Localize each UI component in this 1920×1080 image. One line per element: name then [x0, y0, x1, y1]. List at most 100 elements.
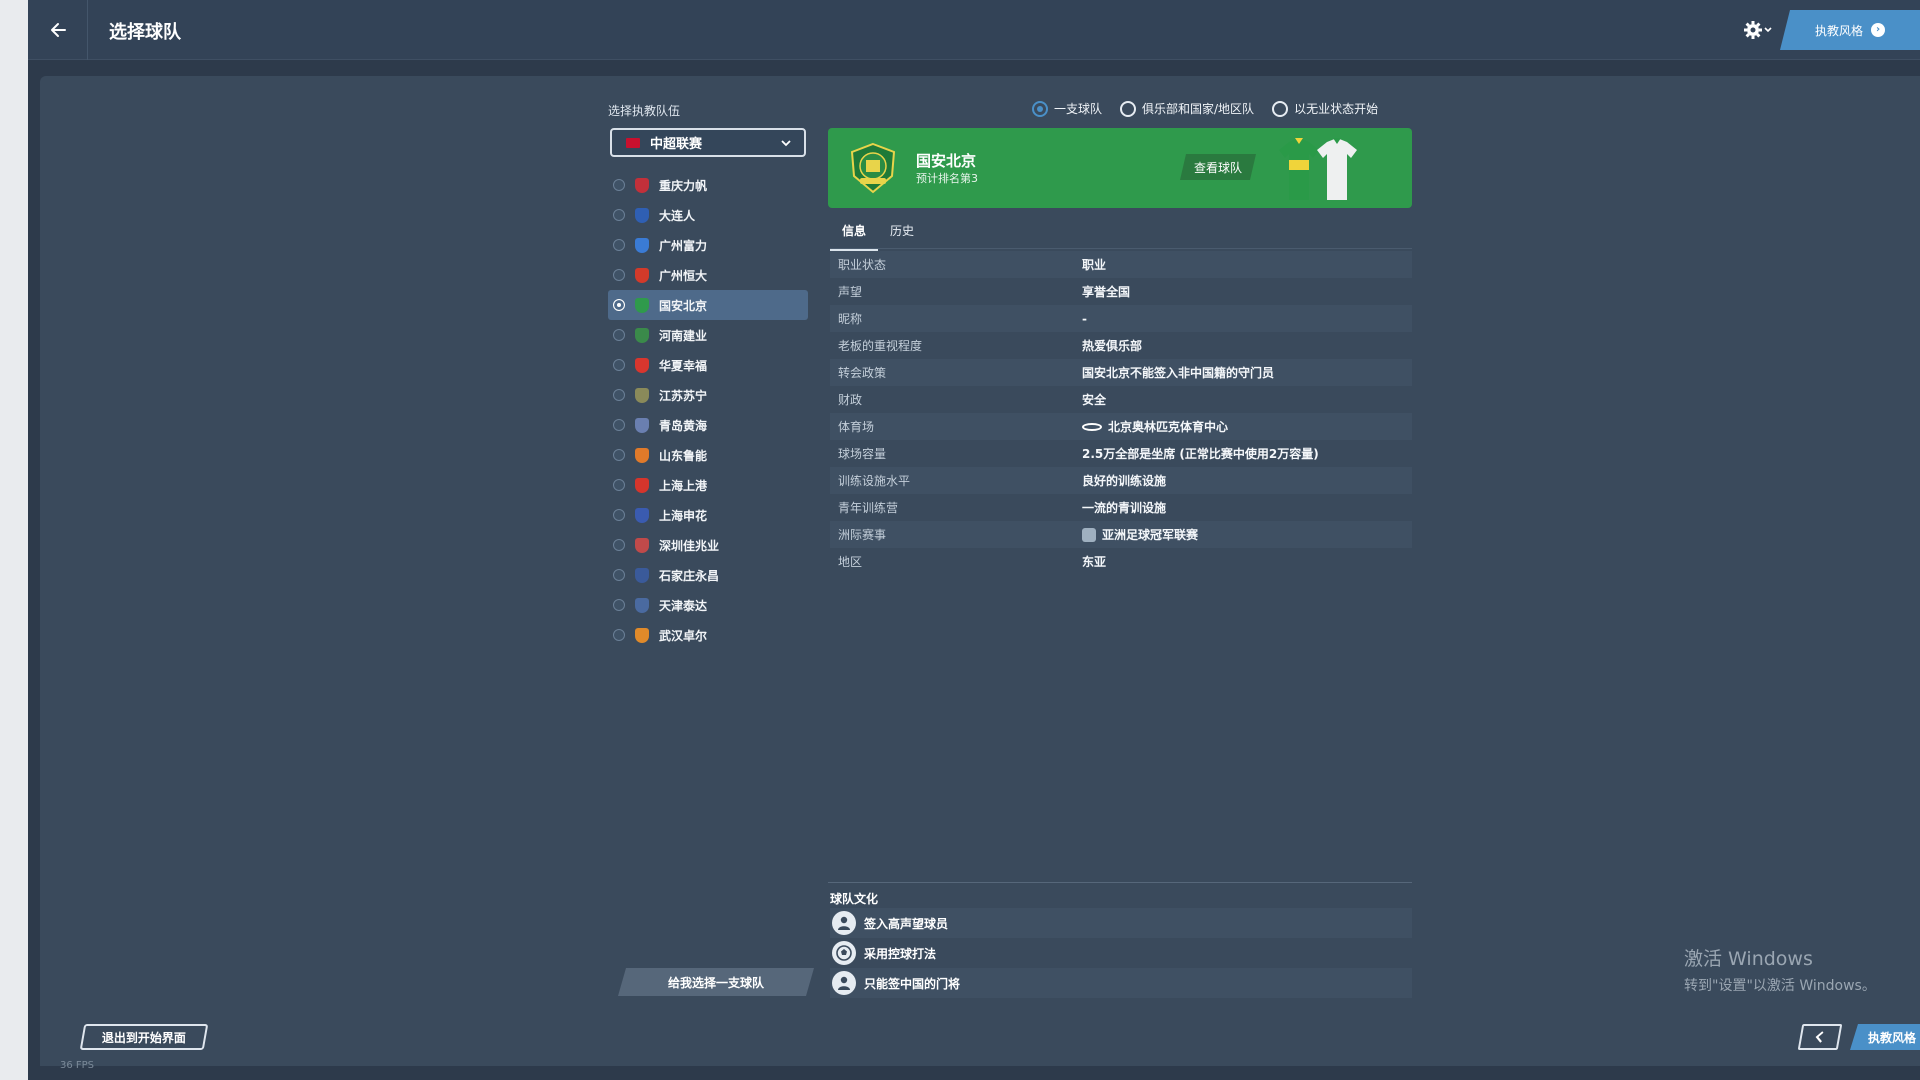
team-row[interactable]: 华夏幸福 — [608, 350, 808, 380]
team-row[interactable]: 深圳佳兆业 — [608, 530, 808, 560]
watermark-line1: 激活 Windows — [1684, 948, 1813, 970]
culture-item: 签入高声望球员 — [830, 908, 1412, 938]
radio-button[interactable] — [613, 509, 625, 521]
team-list: 重庆力帆大连人 广州富力广州恒大国安北京河南建业华夏幸福 江苏苏宁 青岛黄海山东鲁能上… — [608, 170, 808, 650]
radio-button[interactable] — [613, 449, 625, 461]
team-row[interactable]: 江苏苏宁 — [608, 380, 808, 410]
info-value: 安全 — [1082, 393, 1107, 407]
info-value: 职业 — [1082, 258, 1107, 272]
radio-button[interactable] — [613, 419, 625, 431]
info-value: 2.5万全部是坐席 (正常比赛中使用2万容量) — [1082, 447, 1319, 461]
chevron-right-icon: › — [1871, 23, 1885, 37]
team-row[interactable]: 青岛黄海 — [608, 410, 808, 440]
radio-button[interactable] — [613, 629, 625, 641]
info-value: 享誉全国 — [1082, 285, 1131, 299]
radio-button[interactable] — [613, 299, 625, 311]
next-coaching-style-button[interactable]: 执教风格 — [1850, 1024, 1920, 1050]
culture-item-label: 签入高声望球员 — [864, 916, 949, 931]
radio-button[interactable] — [613, 209, 625, 221]
info-row: 老板的重视程度 热爱俱乐部 — [830, 332, 1412, 359]
info-value: 热爱俱乐部 — [1082, 339, 1143, 353]
club-badge-icon — [635, 597, 649, 613]
radio-button[interactable] — [613, 329, 625, 341]
radio-button[interactable] — [1032, 100, 1048, 117]
info-key: 体育场 — [838, 420, 875, 434]
team-name: 天津泰达 — [659, 598, 708, 613]
player-icon — [832, 971, 856, 995]
radio-button[interactable] — [613, 179, 625, 191]
china-flag-icon — [626, 137, 640, 148]
view-club-button[interactable]: 查看球队 — [1180, 154, 1256, 180]
radio-button[interactable] — [613, 239, 625, 251]
exit-to-start-button[interactable]: 退出到开始界面 — [79, 1024, 209, 1050]
culture-item: 只能签中国的门将 — [830, 968, 1412, 998]
culture-divider — [828, 882, 1412, 883]
back-button[interactable] — [28, 0, 88, 60]
club-badge-icon — [635, 327, 649, 343]
radio-button[interactable] — [613, 359, 625, 371]
team-row[interactable]: 河南建业 — [608, 320, 808, 350]
club-kit-icon — [1279, 138, 1357, 200]
back-arrow-icon — [50, 23, 66, 37]
info-key: 青年训练营 — [838, 501, 899, 515]
mode-option-label: 俱乐部和国家/地区队 — [1142, 102, 1255, 116]
team-row[interactable]: 国安北京 — [608, 290, 808, 320]
tab-info[interactable]: 信息 — [830, 218, 879, 251]
info-row: 体育场 北京奥林匹克体育中心 — [830, 413, 1412, 440]
info-key: 财政 — [838, 393, 863, 407]
club-badge-icon — [635, 387, 649, 403]
team-name: 国安北京 — [659, 298, 708, 313]
team-row[interactable]: 山东鲁能 — [608, 440, 808, 470]
gear-icon — [1744, 21, 1772, 39]
radio-button[interactable] — [613, 269, 625, 281]
radio-button[interactable] — [1272, 100, 1289, 117]
team-name: 河南建业 — [659, 328, 708, 343]
settings-button[interactable] — [1738, 14, 1778, 46]
team-row[interactable]: 重庆力帆 — [608, 170, 808, 200]
club-badge-icon — [635, 537, 649, 553]
mode-option[interactable]: 俱乐部和国家/地区队 — [1120, 100, 1254, 117]
league-dropdown[interactable]: 中超联赛 — [610, 128, 806, 157]
mode-option[interactable]: 以无业状态开始 — [1272, 100, 1378, 117]
tab-history[interactable]: 历史 — [878, 218, 926, 251]
prev-button[interactable] — [1797, 1024, 1843, 1050]
team-name: 上海上港 — [659, 478, 708, 493]
team-name: 山东鲁能 — [659, 448, 708, 463]
info-value: - — [1082, 311, 1087, 326]
team-row[interactable]: 上海申花 — [608, 500, 808, 530]
radio-button[interactable] — [1120, 100, 1137, 117]
team-name: 重庆力帆 — [659, 178, 708, 193]
team-name: 广州恒大 — [659, 268, 708, 283]
info-key: 洲际赛事 — [838, 528, 887, 542]
team-row[interactable]: 大连人 — [608, 200, 808, 230]
ball-icon — [832, 941, 856, 965]
app-window: 选择球队 执教风格 › 选择执教队伍 中超联赛 重庆力帆 大连人 广州富力 广州… — [28, 0, 1920, 1080]
info-key: 球场容量 — [838, 447, 887, 461]
coaching-style-button-top[interactable]: 执教风格 › — [1780, 10, 1920, 50]
team-row[interactable]: 上海上港 — [608, 470, 808, 500]
team-row[interactable]: 广州富力 — [608, 230, 808, 260]
team-row[interactable]: 武汉卓尔 — [608, 620, 808, 650]
info-value: 一流的青训设施 — [1082, 501, 1167, 515]
team-row[interactable]: 天津泰达 — [608, 590, 808, 620]
stadium-icon — [1082, 422, 1102, 431]
radio-button[interactable] — [613, 389, 625, 401]
team-row[interactable]: 广州恒大 — [608, 260, 808, 290]
radio-button[interactable] — [613, 479, 625, 491]
club-badge-icon — [635, 267, 649, 283]
random-team-button[interactable]: 给我选择一支球队 — [618, 968, 814, 996]
radio-button[interactable] — [613, 599, 625, 611]
radio-button[interactable] — [613, 569, 625, 581]
culture-title: 球队文化 — [830, 892, 879, 906]
culture-list: 签入高声望球员 采用控球打法只能签中国的门将 — [830, 908, 1412, 998]
culture-item-label: 采用控球打法 — [864, 946, 937, 961]
team-row[interactable]: 石家庄永昌 — [608, 560, 808, 590]
info-key: 训练设施水平 — [838, 474, 911, 488]
mode-option[interactable]: 一支球队 — [1032, 100, 1102, 117]
info-row: 财政 安全 — [830, 386, 1412, 413]
info-row: 昵称 - — [830, 305, 1412, 332]
club-badge-icon — [635, 507, 649, 523]
info-row: 洲际赛事 亚洲足球冠军联赛 — [830, 521, 1412, 548]
chevron-left-icon — [1815, 1031, 1824, 1043]
radio-button[interactable] — [613, 539, 625, 551]
